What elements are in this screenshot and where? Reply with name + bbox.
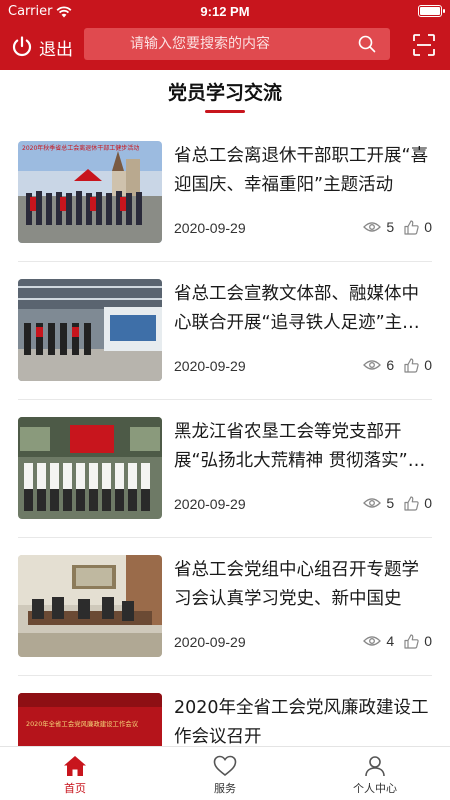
tab-profile[interactable]: 个人中心 — [300, 747, 450, 800]
list-item[interactable]: 2020年全省工会党风廉政建设工作会议 2020年全省工会党风廉政建设工作会议召… — [18, 676, 432, 746]
search-input[interactable] — [84, 28, 352, 60]
thumbs-up-icon — [404, 633, 419, 649]
article-title[interactable]: 省总工会宣教文体部、融媒体中心联合开展“追寻铁人足迹”主题党日活动 — [174, 280, 432, 338]
eye-icon — [363, 498, 382, 508]
article-list: 2020年秋季省总工会离退休干部工健步活动 省总工会离退休干部职工开展“喜迎国庆… — [18, 124, 432, 746]
tab-service-label: 服务 — [214, 782, 236, 795]
home-icon — [64, 756, 86, 776]
view-count-value: 4 — [386, 633, 395, 649]
tab-service[interactable]: 服务 — [150, 747, 300, 800]
scan-icon[interactable] — [412, 33, 436, 57]
article-date: 2020-09-29 — [174, 358, 246, 374]
article-title[interactable]: 2020年全省工会党风廉政建设工作会议召开 — [174, 694, 432, 746]
view-count-value: 6 — [386, 357, 395, 373]
title-underline — [205, 110, 245, 113]
thumbs-up-icon — [404, 495, 419, 511]
article-title[interactable]: 黑龙江省农垦工会等党支部开展“弘扬北大荒精神 贯彻落实”主题活动 — [174, 418, 432, 476]
view-count: 5 — [363, 495, 394, 511]
search-icon[interactable] — [352, 29, 382, 59]
exit-label: 退出 — [39, 39, 73, 60]
list-item[interactable]: 黑龙江省农垦工会等党支部开展“弘扬北大荒精神 贯彻落实”主题活动 2020-09… — [18, 400, 432, 538]
status-bar: Carrier 9:12 PM — [0, 0, 450, 24]
top-header: 退出 — [0, 24, 450, 70]
thumbnail-banner: 2020年秋季省总工会离退休干部工健步活动 — [22, 144, 139, 152]
tab-home[interactable]: 首页 — [0, 747, 150, 800]
tab-home-label: 首页 — [64, 782, 86, 795]
thumbs-up-icon — [404, 357, 419, 373]
article-thumbnail[interactable] — [18, 279, 162, 381]
like-count[interactable]: 0 — [404, 633, 432, 649]
user-icon — [365, 756, 385, 777]
thumbs-up-icon — [404, 219, 419, 235]
view-count: 6 — [363, 357, 394, 373]
article-thumbnail[interactable] — [18, 417, 162, 519]
like-count[interactable]: 0 — [404, 495, 432, 511]
heart-icon — [213, 755, 237, 777]
article-stats: 5 0 — [363, 219, 432, 235]
status-time: 9:12 PM — [200, 4, 250, 19]
article-stats: 6 0 — [363, 357, 432, 373]
like-count-value: 0 — [424, 357, 432, 373]
tab-profile-label: 个人中心 — [353, 782, 397, 795]
list-item[interactable]: 2020年秋季省总工会离退休干部工健步活动 省总工会离退休干部职工开展“喜迎国庆… — [18, 124, 432, 262]
eye-icon — [363, 360, 382, 370]
view-count: 4 — [363, 633, 394, 649]
view-count-value: 5 — [386, 495, 395, 511]
section-header: 党员学习交流 — [0, 70, 450, 120]
like-count[interactable]: 0 — [404, 357, 432, 373]
battery-icon — [418, 5, 445, 17]
eye-icon — [363, 222, 382, 232]
like-count-value: 0 — [424, 219, 432, 235]
view-count-value: 5 — [386, 219, 395, 235]
article-title[interactable]: 省总工会党组中心组召开专题学习会认真学习党史、新中国史 — [174, 556, 432, 614]
article-title[interactable]: 省总工会离退休干部职工开展“喜迎国庆、幸福重阳”主题活动 — [174, 142, 432, 200]
power-icon — [12, 36, 32, 57]
bottom-tab-bar: 首页 服务 个人中心 — [0, 746, 450, 800]
list-item[interactable]: 省总工会宣教文体部、融媒体中心联合开展“追寻铁人足迹”主题党日活动 2020-0… — [18, 262, 432, 400]
article-stats: 5 0 — [363, 495, 432, 511]
page-title: 党员学习交流 — [167, 82, 282, 104]
thumbnail-banner: 2020年全省工会党风廉政建设工作会议 — [26, 719, 139, 728]
article-thumbnail[interactable] — [18, 555, 162, 657]
list-item[interactable]: 省总工会党组中心组召开专题学习会认真学习党史、新中国史 2020-09-29 4… — [18, 538, 432, 676]
like-count-value: 0 — [424, 633, 432, 649]
article-date: 2020-09-29 — [174, 496, 246, 512]
view-count: 5 — [363, 219, 394, 235]
like-count[interactable]: 0 — [404, 219, 432, 235]
search-bar[interactable] — [84, 28, 390, 60]
article-stats: 4 0 — [363, 633, 432, 649]
eye-icon — [363, 636, 382, 646]
article-thumbnail[interactable]: 2020年全省工会党风廉政建设工作会议 — [18, 693, 162, 746]
article-thumbnail[interactable]: 2020年秋季省总工会离退休干部工健步活动 — [18, 141, 162, 243]
like-count-value: 0 — [424, 495, 432, 511]
exit-button[interactable]: 退出 — [10, 32, 73, 62]
article-date: 2020-09-29 — [174, 634, 246, 650]
article-date: 2020-09-29 — [174, 220, 246, 236]
